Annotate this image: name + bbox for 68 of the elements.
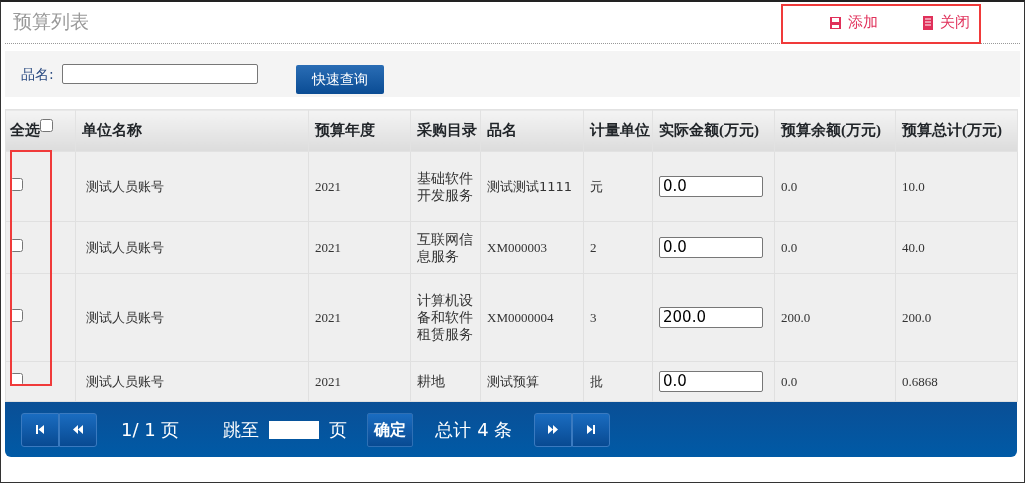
table-cell: 测试人员账号 (86, 309, 164, 325)
table-cell-text: 耕地 (417, 373, 446, 390)
jump-label: 跳至 (223, 418, 260, 442)
table-cell: 2021 (315, 309, 341, 325)
amount-input[interactable]: 0.0 (659, 176, 763, 197)
table-cell: 3 (590, 309, 597, 325)
page-title: 预算列表 (12, 10, 89, 35)
column-header: 品名 (487, 122, 517, 139)
table-cell: 测试人员账号 (86, 178, 164, 194)
table-cell-text: 互联网信息服务 (417, 230, 474, 265)
next-page-icon (548, 425, 559, 434)
next-page-button[interactable] (534, 412, 573, 447)
table-cell: 0.6868 (902, 373, 938, 389)
row-checkbox[interactable] (10, 372, 23, 386)
column-header: 预算年度 (315, 122, 375, 139)
table-cell: XM000003 (487, 239, 547, 255)
last-page-button[interactable] (572, 412, 611, 447)
table-cell-text: 计算机设备和软件租赁服务 (417, 292, 474, 343)
search-button[interactable]: 快速查询 (295, 64, 384, 94)
column-header: 预算余额(万元) (781, 122, 881, 139)
select-all-checkbox[interactable] (40, 119, 53, 133)
table-cell: 测试人员账号 (86, 239, 164, 255)
first-page-icon (35, 425, 45, 434)
previous-page-button[interactable] (59, 412, 97, 447)
column-header: 采购目录 (417, 122, 477, 139)
column-header: 计量单位 (590, 122, 650, 139)
page-indicator: 1/ 1 页 (121, 418, 180, 442)
amount-input[interactable]: 0.0 (659, 371, 763, 392)
table-cell: 40.0 (902, 239, 925, 255)
table-cell: 2 (590, 239, 597, 255)
table-cell: 测试人员账号 (86, 373, 164, 389)
table-cell: 0.0 (781, 373, 798, 389)
table-cell: 200.0 (781, 309, 811, 325)
page-input[interactable] (269, 420, 320, 439)
row-checkbox[interactable] (10, 238, 23, 252)
table-cell: 0.0 (781, 239, 798, 255)
row-checkbox[interactable] (10, 177, 23, 191)
row-checkbox[interactable] (10, 308, 23, 322)
save-icon (829, 15, 842, 30)
amount-input[interactable]: 0.0 (659, 237, 763, 258)
table-cell: XM0000004 (487, 309, 554, 325)
table-cell: 2021 (315, 178, 341, 194)
confirm-button[interactable]: 确定 (367, 412, 414, 447)
last-page-icon (586, 425, 597, 434)
table-cell: 元 (590, 178, 603, 194)
table-cell: 200.0 (902, 309, 932, 325)
table-cell: 批 (590, 373, 603, 389)
close-button[interactable]: 关闭 (922, 11, 970, 34)
table-cell: 测试测试1111 (487, 178, 573, 194)
first-page-button[interactable] (21, 412, 59, 447)
column-header: 实际金额(万元) (659, 122, 759, 139)
column-header: 单位名称 (82, 122, 142, 139)
document-icon (922, 15, 934, 30)
table-cell: 2021 (315, 373, 341, 389)
total-count: 总计 4 条 (435, 418, 513, 442)
name-input[interactable] (61, 64, 258, 84)
field-label: 品名: (21, 64, 54, 84)
column-header: 预算总计(万元) (902, 122, 1002, 139)
table-cell: 2021 (315, 239, 341, 255)
add-button[interactable]: 添加 (829, 11, 878, 34)
amount-input[interactable]: 200.0 (659, 307, 763, 328)
table-cell: 10.0 (902, 178, 925, 194)
previous-page-icon (73, 425, 83, 434)
table-cell: 0.0 (781, 178, 798, 194)
table-cell-text: 基础软件开发服务 (417, 169, 474, 204)
column-header: 全选 (10, 122, 40, 139)
table-cell: 测试预算 (487, 373, 539, 389)
page-unit: 页 (329, 418, 348, 442)
